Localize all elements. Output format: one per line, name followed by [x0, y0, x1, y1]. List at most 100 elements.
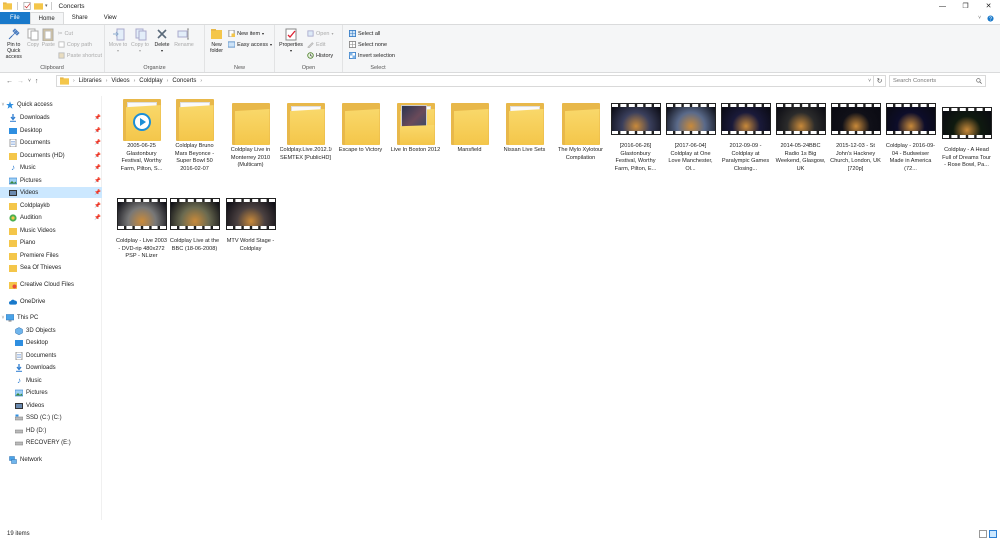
cut-button[interactable]: ✂ Cut [58, 29, 102, 38]
refresh-button[interactable]: ↻ [874, 75, 886, 87]
desktop-icon [9, 127, 17, 134]
file-item[interactable]: 2015-12-03 - St John's Hackney Church, L… [829, 97, 882, 171]
open-button[interactable]: Open ▾ [307, 29, 333, 38]
address-bar[interactable]: › Libraries › Videos › Coldplay › Concer… [56, 75, 874, 87]
copy-to-icon [135, 28, 146, 40]
sidebar-item-music-videos[interactable]: Music Videos [9, 225, 102, 236]
sidebar-item-piano[interactable]: Piano [9, 237, 102, 248]
sidebar-item-creative-cloud-files[interactable]: Creative Cloud Files [0, 279, 102, 290]
back-arrow-icon[interactable]: ← [6, 78, 13, 85]
properties-quick-icon[interactable] [23, 2, 32, 10]
download-icon [10, 113, 16, 122]
breadcrumb-coldplay[interactable]: Coldplay [139, 78, 162, 84]
sidebar-item-videos[interactable]: Videos 📌 [0, 187, 102, 198]
breadcrumb-concerts[interactable]: Concerts [172, 78, 196, 84]
sidebar-item-sea-of-thieves[interactable]: Sea Of Thieves [9, 262, 102, 273]
sidebar-item-pc-documents[interactable]: Documents [15, 350, 102, 361]
recent-locations-icon[interactable]: ˅ [28, 78, 31, 84]
large-icons-view-button[interactable] [989, 530, 997, 538]
sidebar-item-coldplaykb[interactable]: Coldplaykb 📌 [9, 200, 102, 211]
sidebar-item-audition[interactable]: Audition 📌 [9, 212, 102, 223]
maximize-button[interactable]: ❐ [954, 0, 977, 12]
help-icon[interactable]: ? [987, 14, 994, 22]
up-arrow-icon[interactable]: ↑ [35, 78, 39, 85]
select-all-button[interactable]: Select all [349, 29, 395, 38]
sidebar-item-this-pc[interactable]: ˅ This PC [0, 312, 102, 323]
sidebar-item-premiere-files[interactable]: Premiere Files [9, 250, 102, 261]
forward-arrow-icon[interactable]: → [17, 78, 24, 85]
file-item[interactable]: Coldplay.Live.2012.1080p.BluRay.x264-SEM… [279, 97, 332, 171]
video-thumbnail [941, 97, 992, 145]
breadcrumb-libraries[interactable]: Libraries [79, 78, 102, 84]
file-name: Mansfield [457, 147, 482, 153]
sidebar-item-desktop[interactable]: Desktop 📌 [9, 125, 102, 136]
easy-access-button[interactable]: Easy access ▾ [228, 40, 272, 49]
sidebar-item-pc-videos[interactable]: Videos [15, 400, 102, 411]
file-item[interactable]: 2005-06-25 Glastonbury Festival, Worthy … [115, 97, 168, 171]
sidebar-item-pc-pictures[interactable]: Pictures [15, 387, 102, 398]
tab-home[interactable]: Home [29, 12, 64, 24]
sidebar-item-network[interactable]: Network [0, 454, 102, 465]
pin-icon [8, 28, 20, 40]
tab-share[interactable]: Share [64, 12, 96, 24]
address-dropdown-icon[interactable]: ˅ [868, 78, 871, 84]
edit-icon [307, 42, 314, 48]
sidebar-item-onedrive[interactable]: OneDrive [0, 296, 102, 307]
properties-icon [285, 28, 297, 40]
sidebar-item-quick-access[interactable]: ˅ Quick access [0, 99, 102, 110]
paste-shortcut-button[interactable]: Paste shortcut [58, 51, 102, 60]
sidebar-item-music[interactable]: ♪ Music 📌 [9, 162, 102, 173]
edit-button[interactable]: Edit [307, 40, 333, 49]
breadcrumb-videos[interactable]: Videos [111, 78, 129, 84]
history-button[interactable]: History [307, 51, 333, 60]
close-button[interactable]: ✕ [977, 0, 1000, 12]
file-item[interactable]: [2016-06-26] Glastonbury Festival, Worth… [609, 97, 662, 171]
file-item[interactable]: Coldplay - Live 2003 - DVD-rip 480x272 P… [115, 188, 168, 262]
title-bar: ▾ Concerts — ❐ ✕ [0, 0, 1000, 12]
sidebar-item-pc-downloads[interactable]: Downloads [15, 362, 102, 373]
file-item[interactable]: Nissan Live Sets [498, 97, 551, 171]
video-thumbnail [225, 188, 276, 236]
file-name: [2016-06-26] Glastonbury Festival, Worth… [614, 143, 657, 171]
sidebar-item-pc-music[interactable]: ♪ Music [15, 375, 102, 386]
file-item[interactable]: Mansfield [443, 97, 496, 171]
new-folder-quick-icon[interactable] [34, 2, 43, 10]
file-item[interactable]: Escape to Victory [334, 97, 387, 171]
folder-icon [227, 97, 275, 145]
file-item[interactable]: 2014-05-24BBC Radio 1s Big Weekend, Glas… [774, 97, 827, 171]
new-item-button[interactable]: New item ▾ [228, 29, 272, 38]
file-item[interactable]: Coldplay Live at the BBC (18-06-2008) [168, 188, 221, 262]
file-item[interactable]: Coldplay Live in Monterrey 2010 (Multica… [224, 97, 277, 171]
copy-path-button[interactable]: Copy path [58, 40, 102, 49]
svg-text:?: ? [989, 16, 992, 22]
file-item[interactable]: Coldplay Bruno Mars Beyonce - Super Bowl… [168, 97, 221, 171]
tab-file[interactable]: File [0, 12, 30, 24]
folder-icon [171, 97, 219, 142]
sidebar-item-documents-hd[interactable]: Documents (HD) 📌 [9, 150, 102, 161]
sidebar-item-downloads[interactable]: Downloads 📌 [9, 112, 102, 123]
drive-icon [15, 441, 23, 445]
tab-view[interactable]: View [96, 12, 125, 24]
sidebar-item-pictures[interactable]: Pictures 📌 [9, 175, 102, 186]
sidebar-item-pc-desktop[interactable]: Desktop [15, 337, 102, 348]
file-item[interactable]: Coldplay - A Head Full of Dreams Tour - … [940, 97, 993, 171]
file-item[interactable]: Coldplay - 2016-09-04 - Budweiser Made i… [884, 97, 937, 171]
select-none-button[interactable]: Select none [349, 40, 395, 49]
customize-quick-access-icon[interactable]: ▾ [45, 3, 48, 9]
sidebar-item-drive-c[interactable]: SSD (C:) (C:) [15, 412, 102, 423]
collapse-ribbon-icon[interactable]: ˅ [978, 15, 981, 21]
sidebar-item-3d-objects[interactable]: 3D Objects [15, 325, 102, 336]
open-group: Properties ▾ Open ▾ Edit History Open [275, 25, 343, 72]
file-item[interactable]: [2017-06-04] Coldplay at One Love Manche… [664, 97, 717, 171]
sidebar-item-documents[interactable]: Documents 📌 [9, 137, 102, 148]
file-item[interactable]: 2012-09-09 - Coldplay at Paralympic Game… [719, 97, 772, 171]
file-item[interactable]: The Mylo Xylotour Compilation [554, 97, 607, 171]
sidebar-item-drive-e[interactable]: RECOVERY (E:) [15, 437, 102, 448]
invert-selection-button[interactable]: Invert selection [349, 51, 395, 60]
sidebar-item-drive-d[interactable]: HD (D:) [15, 425, 102, 436]
file-item[interactable]: Live In Boston 2012 [389, 97, 442, 171]
minimize-button[interactable]: — [931, 0, 954, 12]
details-view-button[interactable] [979, 530, 987, 538]
file-item[interactable]: MTV World Stage - Coldplay [224, 188, 277, 262]
search-input[interactable]: Search Concerts [889, 75, 986, 87]
